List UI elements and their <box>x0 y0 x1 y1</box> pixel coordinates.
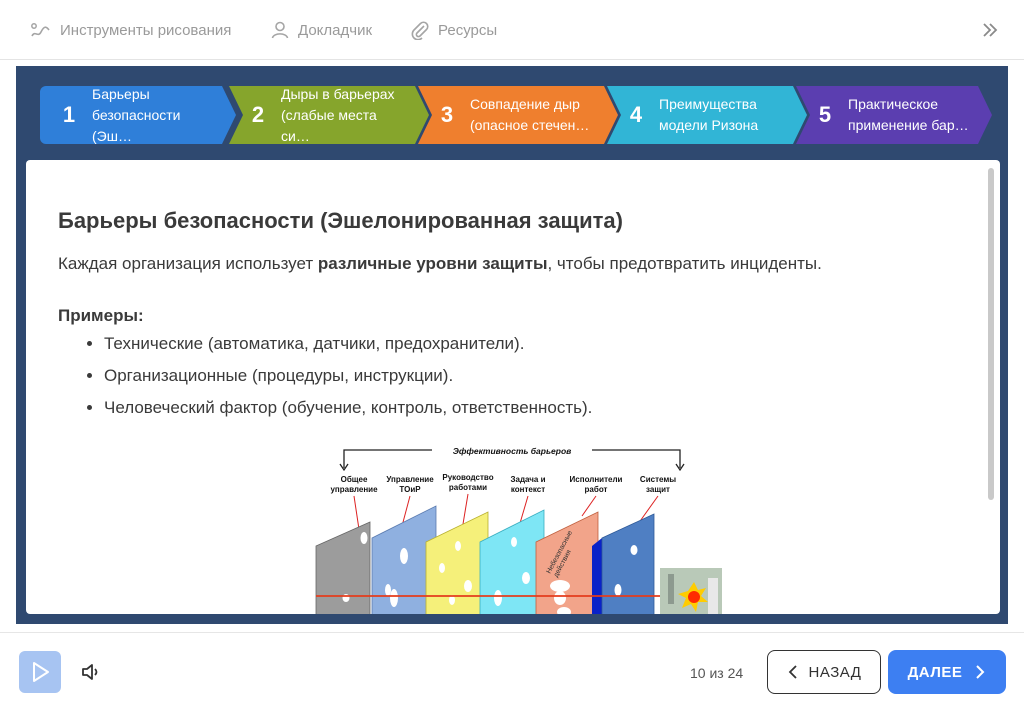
play-icon <box>33 662 49 682</box>
slide-content: Барьеры безопасности (Эшелонированная за… <box>58 208 958 424</box>
speaker-button[interactable]: Докладчик <box>270 18 372 42</box>
step-number: 3 <box>440 102 454 127</box>
label-management: Руководство работами <box>442 473 493 492</box>
paperclip-icon <box>411 21 429 40</box>
examples-list: Технические (автоматика, датчики, предох… <box>58 328 958 424</box>
slide-title: Барьеры безопасности (Эшелонированная за… <box>58 208 623 233</box>
play-button[interactable] <box>19 651 61 693</box>
list-item: Организационные (процедуры, инструкции). <box>104 360 958 392</box>
label-systems: Системы защит <box>640 475 676 494</box>
step-label: Барьеры безопасности (Эш… <box>92 85 181 144</box>
step-number: 1 <box>62 102 76 127</box>
label-maintenance: Управление ТОиР <box>386 475 434 494</box>
drawing-tools-label: Инструменты рисования <box>60 21 232 39</box>
bracket-label: Эффективность барьеров <box>453 446 572 456</box>
back-button[interactable]: НАЗАД <box>767 650 881 694</box>
slide-stage: 1 Барьеры безопасности (Эш… 2 Дыры в бар… <box>16 66 1008 624</box>
pen-tool-icon <box>31 23 50 37</box>
chevron-left-icon <box>788 665 797 679</box>
step-2[interactable]: 2 Дыры в барьерах (слабые места си… <box>229 86 429 144</box>
swiss-cheese-diagram: Эффективность барьеров Общее управление У… <box>315 446 722 614</box>
step-number: 4 <box>629 102 643 127</box>
step-label: Совпадение дыр (опасное стечен… <box>470 96 590 133</box>
intro-bold: различные уровни защиты <box>317 254 548 273</box>
slide-card: Барьеры безопасности (Эшелонированная за… <box>26 160 1000 614</box>
top-toolbar: Инструменты рисования Докладчик Ресурсы <box>0 0 1024 60</box>
label-workers: Исполнители работ <box>570 475 623 494</box>
examples-heading: Примеры: <box>58 306 144 325</box>
scrollbar[interactable] <box>988 168 994 500</box>
bottom-bar: 10 из 24 НАЗАД ДАЛЕЕ <box>0 632 1024 710</box>
list-item: Технические (автоматика, датчики, предох… <box>104 328 958 360</box>
next-button-label: ДАЛЕЕ <box>907 663 963 681</box>
step-4[interactable]: 4 Преимущества модели Ризона <box>607 86 807 144</box>
step-5[interactable]: 5 Практическое применение бар… <box>796 86 992 144</box>
step-number: 2 <box>251 102 265 127</box>
volume-icon[interactable] <box>80 661 102 683</box>
slide-intro: Каждая организация использует различные … <box>58 254 958 274</box>
back-button-label: НАЗАД <box>808 663 862 681</box>
next-button[interactable]: ДАЛЕЕ <box>888 650 1006 694</box>
chevrons-right-icon[interactable] <box>978 18 1002 42</box>
explosion-icon <box>660 568 722 614</box>
resources-button[interactable]: Ресурсы <box>410 18 497 42</box>
chevron-right-icon <box>976 665 985 679</box>
step-navigation: 1 Барьеры безопасности (Эш… 2 Дыры в бар… <box>40 86 992 144</box>
intro-text: Каждая организация использует <box>58 254 318 273</box>
list-item: Человеческий фактор (обучение, контроль,… <box>104 392 958 424</box>
user-icon <box>271 21 289 39</box>
slide-counter: 10 из 24 <box>690 665 744 681</box>
step-3[interactable]: 3 Совпадение дыр (опасное стечен… <box>418 86 618 144</box>
label-task: Задача и контекст <box>510 475 545 494</box>
step-label: Дыры в барьерах (слабые места си… <box>281 85 395 144</box>
step-1[interactable]: 1 Барьеры безопасности (Эш… <box>40 86 236 144</box>
drawing-tools-button[interactable]: Инструменты рисования <box>30 18 231 42</box>
intro-text-end: , чтобы предотвратить инциденты. <box>547 254 822 273</box>
step-label: Практическое применение бар… <box>848 96 969 133</box>
resources-label: Ресурсы <box>438 21 498 39</box>
step-number: 5 <box>818 102 832 127</box>
label-general: Общее управление <box>330 475 378 494</box>
speaker-label: Докладчик <box>298 21 373 39</box>
step-label: Преимущества модели Ризона <box>659 96 759 133</box>
